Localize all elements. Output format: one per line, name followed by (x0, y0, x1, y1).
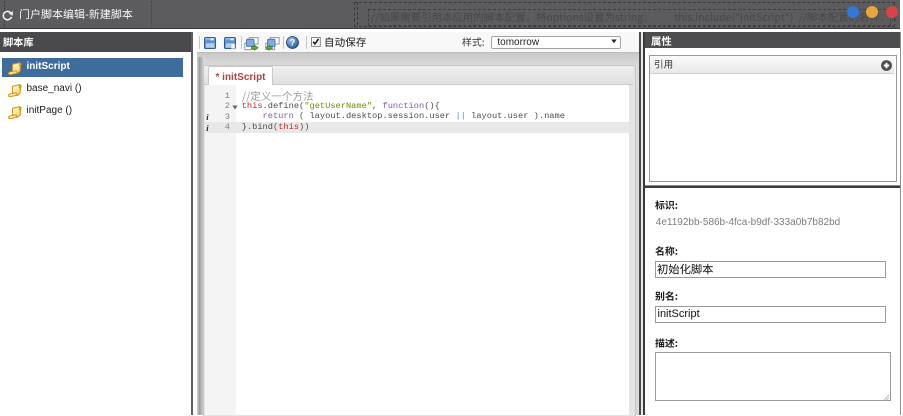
svg-text:?: ? (290, 38, 296, 48)
